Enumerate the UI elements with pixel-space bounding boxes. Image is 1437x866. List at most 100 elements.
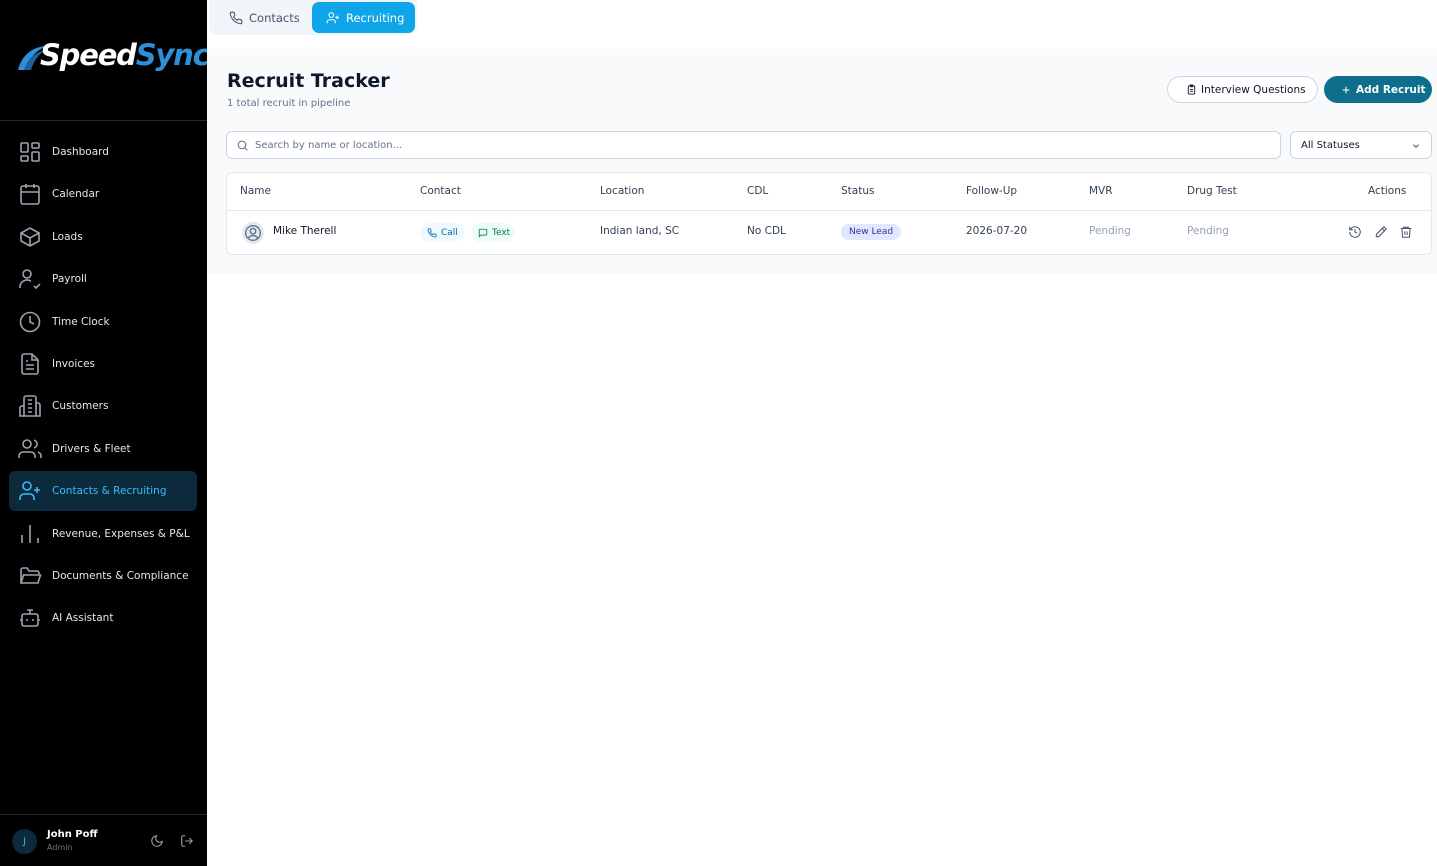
column-header-follow-up: Follow-Up	[966, 185, 1018, 197]
sidebar-item-ai-assistant[interactable]: AI Assistant	[9, 598, 197, 638]
sidebar-item-dashboard[interactable]: Dashboard	[9, 132, 197, 172]
sidebar-divider	[0, 120, 207, 121]
sidebar-item-label: AI Assistant	[52, 612, 114, 625]
add-recruit-button[interactable]: Add Recruit	[1324, 76, 1432, 103]
chevron-down-icon	[1413, 144, 1419, 148]
message-icon	[478, 228, 488, 238]
column-header-location: Location	[600, 185, 645, 197]
call-label: Call	[441, 227, 458, 238]
sidebar-item-drivers-fleet[interactable]: Drivers & Fleet	[9, 429, 197, 469]
building-icon	[19, 395, 41, 418]
user-plus-icon	[326, 11, 339, 23]
logo-text-sync: Sync	[135, 38, 210, 72]
recruit-follow-up: 2026-07-20	[966, 225, 1028, 237]
sidebar-item-customers[interactable]: Customers	[9, 386, 197, 426]
phone-icon	[229, 11, 243, 24]
logout-icon[interactable]	[180, 834, 194, 848]
text-button[interactable]: Text	[471, 223, 515, 242]
edit-icon[interactable]	[1374, 225, 1388, 239]
folder-icon	[19, 567, 42, 584]
phone-icon	[427, 227, 437, 238]
recruit-avatar	[242, 222, 264, 244]
interview-questions-label: Interview Questions	[1201, 83, 1306, 96]
user-check-icon	[19, 269, 41, 290]
users-icon	[18, 438, 42, 458]
bot-icon	[20, 609, 40, 628]
user-name: John Poff	[47, 829, 98, 840]
tab-group: Contacts Recruiting	[209, 0, 417, 35]
status-badge: New Lead	[841, 224, 902, 240]
trash-icon[interactable]	[1399, 225, 1413, 239]
history-icon[interactable]	[1348, 225, 1362, 239]
recruits-table: Name Contact Location CDL Status Follow-…	[226, 172, 1432, 255]
sidebar-item-documents[interactable]: Documents & Compliance	[9, 556, 197, 596]
column-header-status: Status	[841, 185, 875, 197]
status-filter-select[interactable]: All Statuses	[1290, 131, 1432, 159]
search-icon	[237, 140, 248, 151]
sidebar-item-label: Loads	[52, 230, 83, 243]
sidebar-footer-divider	[0, 814, 207, 815]
sidebar-item-time-clock[interactable]: Time Clock	[9, 302, 197, 342]
recruit-mvr: Pending	[1089, 225, 1131, 237]
user-role: Admin	[47, 843, 73, 852]
box-icon	[20, 226, 40, 247]
search-box	[226, 131, 1281, 159]
bar-chart-icon	[21, 524, 39, 543]
call-button[interactable]: Call	[420, 223, 464, 242]
status-filter-value: All Statuses	[1301, 139, 1360, 151]
page-title: Recruit Tracker	[227, 70, 390, 92]
search-input[interactable]	[255, 132, 1255, 158]
add-recruit-label: Add Recruit	[1356, 83, 1426, 96]
file-text-icon	[21, 353, 39, 375]
logo-text: SpeedSync	[40, 38, 210, 72]
text-label: Text	[492, 227, 511, 238]
sidebar-item-label: Contacts & Recruiting	[52, 485, 167, 498]
tab-contacts[interactable]: Contacts	[215, 2, 311, 33]
column-header-drug-test: Drug Test	[1187, 185, 1237, 197]
sidebar-item-label: Time Clock	[52, 315, 110, 328]
recruit-location: Indian land, SC	[600, 225, 680, 237]
calendar-icon	[20, 184, 40, 206]
recruit-drug-test: Pending	[1187, 225, 1229, 237]
sidebar-item-label: Documents & Compliance	[52, 569, 189, 582]
sidebar-item-label: Invoices	[52, 357, 96, 370]
user-plus-icon	[19, 481, 40, 501]
user-circle-icon	[244, 224, 262, 242]
interview-questions-button[interactable]: Interview Questions	[1167, 76, 1318, 103]
sidebar-item-revenue[interactable]: Revenue, Expenses & P&L	[9, 514, 197, 554]
column-header-actions: Actions	[1368, 185, 1407, 197]
recruit-cdl: No CDL	[747, 225, 786, 237]
moon-icon[interactable]	[150, 834, 164, 848]
column-header-mvr: MVR	[1089, 185, 1113, 197]
tab-recruiting-label: Recruiting	[346, 10, 405, 25]
sidebar: SpeedSync Dashboard Calendar Loads Payro…	[0, 0, 210, 866]
plus-icon	[1342, 86, 1350, 93]
sidebar-item-label: Drivers & Fleet	[52, 442, 131, 455]
sidebar-item-invoices[interactable]: Invoices	[9, 344, 197, 384]
column-header-contact: Contact	[420, 185, 461, 197]
dashboard-icon	[20, 142, 40, 162]
sidebar-item-label: Payroll	[52, 273, 87, 286]
avatar[interactable]: J	[12, 829, 37, 854]
column-header-cdl: CDL	[747, 185, 769, 197]
sidebar-item-calendar[interactable]: Calendar	[9, 174, 197, 214]
page-subtitle: 1 total recruit in pipeline	[227, 98, 351, 109]
sidebar-nav: Dashboard Calendar Loads Payroll Time Cl…	[9, 132, 197, 641]
sidebar-item-label: Revenue, Expenses & P&L	[52, 527, 190, 540]
sidebar-item-label: Calendar	[52, 188, 100, 201]
sidebar-item-contacts-recruiting[interactable]: Contacts & Recruiting	[9, 471, 197, 512]
tab-contacts-label: Contacts	[249, 10, 300, 25]
clipboard-icon	[1187, 84, 1196, 95]
top-tab-bar: Contacts Recruiting	[207, 0, 1437, 49]
recruit-tracker-panel: Recruit Tracker 1 total recruit in pipel…	[207, 49, 1437, 274]
speedsync-logo[interactable]: SpeedSync	[16, 38, 210, 80]
clock-icon	[19, 311, 41, 332]
tab-recruiting[interactable]: Recruiting	[312, 2, 415, 33]
recruit-name[interactable]: Mike Therell	[273, 225, 336, 237]
logo-text-speed: Speed	[40, 38, 137, 72]
column-header-name: Name	[240, 185, 271, 197]
sidebar-item-payroll[interactable]: Payroll	[9, 259, 197, 299]
table-header-divider	[227, 210, 1431, 211]
sidebar-item-label: Dashboard	[52, 146, 109, 158]
sidebar-item-loads[interactable]: Loads	[9, 217, 197, 257]
